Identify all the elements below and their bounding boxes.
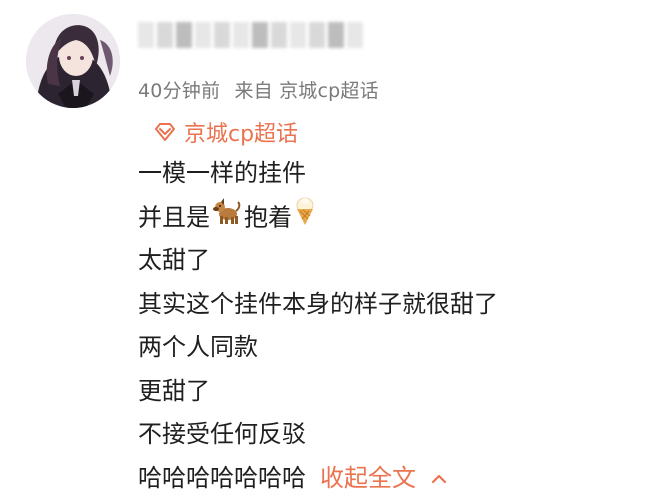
username-obscured[interactable] bbox=[138, 20, 363, 50]
topic-tag[interactable]: 京城cp超话 bbox=[152, 116, 298, 148]
post-line: 不接受任何反驳 bbox=[138, 420, 306, 448]
post-source[interactable]: 来自 京城cp超话 bbox=[234, 80, 378, 102]
post-line: 一模一样的挂件 bbox=[138, 159, 306, 187]
post-body: 一模一样的挂件 并且是 抱着 太甜了 其实这个挂件本身的样子就很甜了 两个人同款… bbox=[138, 152, 638, 500]
chevron-up-icon[interactable] bbox=[430, 457, 448, 501]
post-time: 40分钟前 bbox=[138, 80, 221, 102]
post-line: 哈哈哈哈哈哈哈 收起全文 bbox=[138, 457, 638, 501]
post-meta: 40分钟前 来自 京城cp超话 bbox=[138, 76, 387, 103]
dog-emoji bbox=[212, 196, 242, 241]
avatar[interactable] bbox=[26, 14, 120, 108]
super-topic-icon bbox=[155, 123, 175, 141]
post-line: 其实这个挂件本身的样子就很甜了 bbox=[138, 289, 498, 318]
post-line: 更甜了 bbox=[138, 376, 210, 405]
post-line: 两个人同款 bbox=[138, 333, 258, 361]
ice-cream-emoji bbox=[294, 196, 316, 241]
post-line: 并且是 抱着 bbox=[138, 196, 638, 240]
collapse-button[interactable]: 收起全文 bbox=[320, 464, 416, 492]
post-line: 太甜了 bbox=[138, 246, 210, 274]
topic-label[interactable]: 京城cp超话 bbox=[184, 116, 298, 148]
